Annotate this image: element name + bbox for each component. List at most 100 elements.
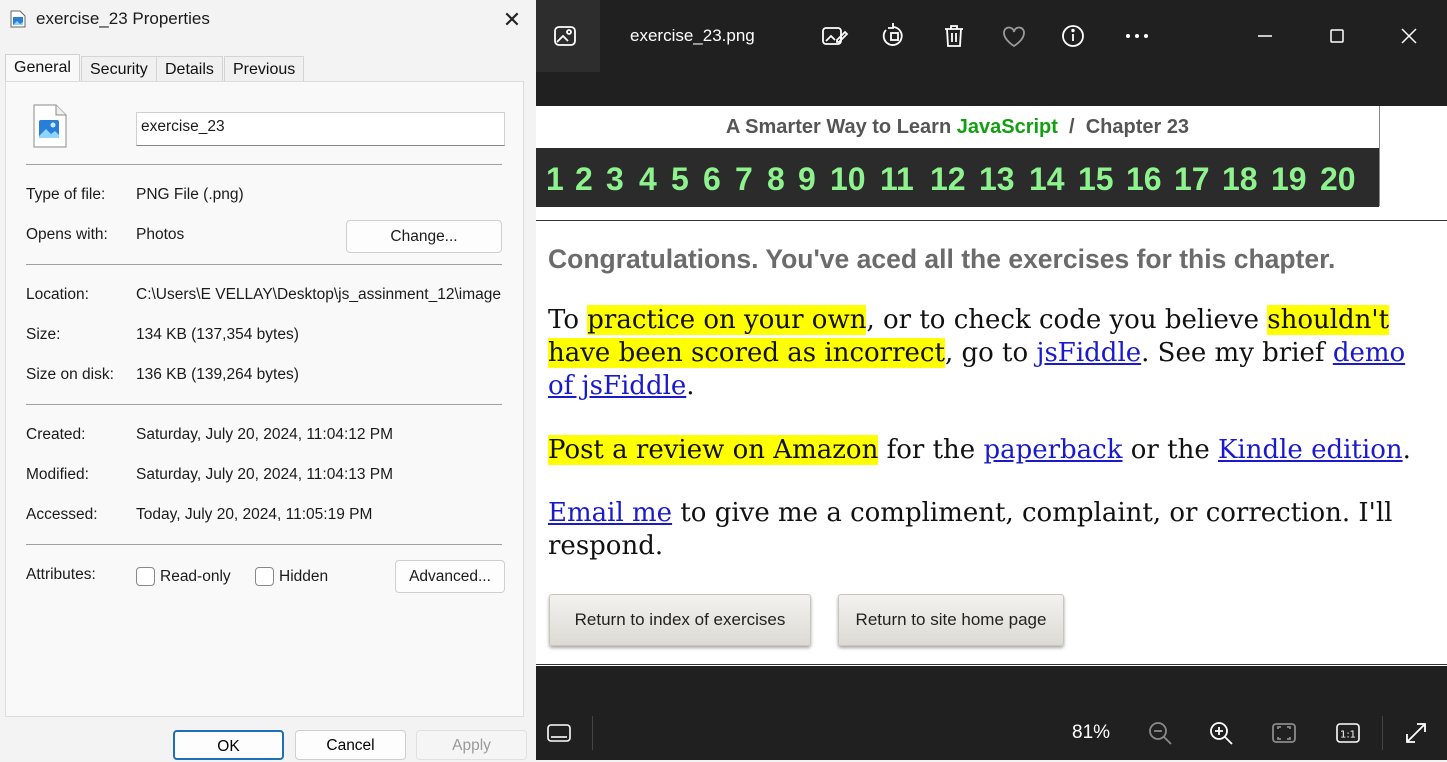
text: , go to xyxy=(944,338,1037,368)
size-on-disk-value: 136 KB (139,264 bytes) xyxy=(136,366,299,383)
created-value: Saturday, July 20, 2024, 11:04:12 PM xyxy=(136,426,394,443)
chapter-link[interactable]: 1 xyxy=(546,161,564,198)
tab-previous-versions[interactable]: Previous Versions xyxy=(224,56,305,104)
gallery-button[interactable] xyxy=(536,0,600,72)
chapter-link[interactable]: 17 xyxy=(1174,161,1210,198)
page-margin xyxy=(1379,106,1447,206)
ok-button[interactable]: OK xyxy=(173,730,284,760)
advanced-button[interactable]: Advanced... xyxy=(395,560,505,593)
chapter-link[interactable]: 6 xyxy=(703,161,721,198)
accessed-value: Today, July 20, 2024, 11:05:19 PM xyxy=(136,506,373,523)
change-button[interactable]: Change... xyxy=(346,220,502,253)
gallery-icon xyxy=(550,20,582,52)
chapter-link[interactable]: 12 xyxy=(930,161,966,198)
close-icon[interactable]: ✕ xyxy=(496,4,528,36)
chapter-link[interactable]: 9 xyxy=(798,161,816,198)
accessed-label: Accessed: xyxy=(26,506,98,523)
hidden-label: Hidden xyxy=(279,568,329,585)
text: or the xyxy=(1122,435,1218,465)
chapter-link[interactable]: 3 xyxy=(606,161,624,198)
fullscreen-icon[interactable] xyxy=(1401,718,1431,748)
edit-image-icon[interactable] xyxy=(818,20,850,52)
text: To xyxy=(548,305,588,335)
jsfiddle-link[interactable]: jsFiddle xyxy=(1036,338,1141,368)
highlight: practice on your own xyxy=(587,305,867,335)
zoom-out-icon[interactable] xyxy=(1145,718,1175,748)
chapter-link[interactable]: 15 xyxy=(1078,161,1114,198)
cancel-button[interactable]: Cancel xyxy=(295,730,406,760)
favorite-heart-icon[interactable] xyxy=(998,20,1030,52)
info-icon[interactable] xyxy=(1057,20,1089,52)
delete-icon[interactable] xyxy=(938,20,970,52)
return-index-button[interactable]: Return to index of exercises xyxy=(549,594,811,646)
tab-security[interactable]: Security xyxy=(81,56,157,82)
review-paragraph: Post a review on Amazon for the paperbac… xyxy=(548,434,1428,467)
divider xyxy=(26,164,502,165)
chapter-number-bar: 1 2 3 4 5 6 7 8 9 10 11 12 13 14 15 16 1… xyxy=(536,148,1379,207)
viewer-bottom-bar: 81% 1:1 xyxy=(536,704,1447,760)
zoom-in-icon[interactable] xyxy=(1206,718,1236,748)
hidden-checkbox[interactable] xyxy=(255,567,274,586)
congrats-heading: Congratulations. You've aced all the exe… xyxy=(548,244,1336,274)
svg-text:1:1: 1:1 xyxy=(1340,730,1356,741)
dialog-title: exercise_23 Properties xyxy=(36,9,210,28)
viewer-toolbar: exercise_23.png xyxy=(536,0,1447,72)
text: . See my brief xyxy=(1141,338,1333,368)
filename-field[interactable]: exercise_23 xyxy=(136,112,505,146)
chapter-link[interactable]: 20 xyxy=(1320,161,1356,198)
general-panel xyxy=(5,81,524,717)
header-javascript: JavaScript xyxy=(956,116,1058,138)
chapter-link[interactable]: 8 xyxy=(767,161,785,198)
chapter-link[interactable]: 7 xyxy=(735,161,753,198)
png-file-icon xyxy=(33,104,67,148)
site-header: A Smarter Way to Learn JavaScript / Chap… xyxy=(536,106,1379,148)
divider xyxy=(26,404,502,405)
header-chapter: / Chapter 23 xyxy=(1057,116,1190,138)
modified-value: Saturday, July 20, 2024, 11:04:13 PM xyxy=(136,466,394,483)
tab-details[interactable]: Details xyxy=(156,56,223,82)
chapter-link[interactable]: 16 xyxy=(1126,161,1162,198)
filmstrip-icon[interactable] xyxy=(544,718,574,748)
header-prefix: A Smarter Way to Learn xyxy=(725,116,957,138)
chapter-link[interactable]: 5 xyxy=(671,161,689,198)
created-label: Created: xyxy=(26,426,86,443)
opens-with-value: Photos xyxy=(136,226,185,243)
more-options-icon[interactable] xyxy=(1121,20,1153,52)
size-label: Size: xyxy=(26,326,61,343)
actual-size-icon[interactable]: 1:1 xyxy=(1333,718,1363,748)
location-label: Location: xyxy=(26,286,89,303)
tab-general[interactable]: General xyxy=(5,54,80,82)
close-window-icon[interactable] xyxy=(1393,20,1425,52)
chapter-link[interactable]: 4 xyxy=(639,161,657,198)
modified-label: Modified: xyxy=(26,466,89,483)
maximize-icon[interactable] xyxy=(1321,20,1353,52)
dialog-titlebar: exercise_23 Properties ✕ xyxy=(0,0,536,40)
chapter-link[interactable]: 10 xyxy=(830,161,866,198)
return-home-button[interactable]: Return to site home page xyxy=(838,594,1064,646)
email-me-link[interactable]: Email me xyxy=(548,498,672,528)
chapter-link[interactable]: 11 xyxy=(880,161,914,198)
kindle-edition-link[interactable]: Kindle edition xyxy=(1218,435,1403,465)
paperback-link[interactable]: paperback xyxy=(983,435,1122,465)
chapter-link[interactable]: 18 xyxy=(1222,161,1258,198)
type-value: PNG File (.png) xyxy=(136,186,244,203)
text: for the xyxy=(878,435,984,465)
email-paragraph: Email me to give me a compliment, compla… xyxy=(548,497,1428,563)
chapter-link[interactable]: 2 xyxy=(575,161,593,198)
divider xyxy=(536,220,1447,221)
chapter-link[interactable]: 13 xyxy=(979,161,1015,198)
readonly-checkbox[interactable] xyxy=(136,567,155,586)
text: , or to check code you believe xyxy=(866,305,1268,335)
divider xyxy=(26,544,502,545)
text: . xyxy=(686,371,695,401)
highlight: Post a review on Amazon xyxy=(548,435,879,465)
minimize-icon[interactable] xyxy=(1249,20,1281,52)
location-value: C:\Users\E VELLAY\Desktop\js_assinment_1… xyxy=(136,286,501,303)
fit-to-window-icon[interactable] xyxy=(1269,718,1299,748)
chapter-link[interactable]: 19 xyxy=(1271,161,1307,198)
type-label: Type of file: xyxy=(26,186,106,203)
size-on-disk-label: Size on disk: xyxy=(26,366,114,383)
chapter-link[interactable]: 14 xyxy=(1029,161,1065,198)
rotate-icon[interactable] xyxy=(878,20,910,52)
apply-button[interactable]: Apply xyxy=(416,730,527,760)
